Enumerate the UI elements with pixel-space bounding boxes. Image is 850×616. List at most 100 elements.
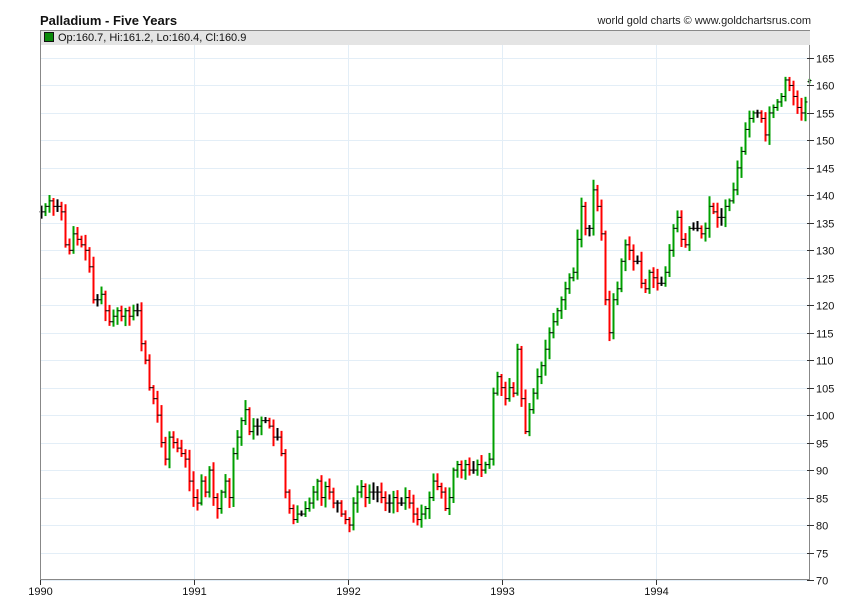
- x-tick-label: 1991: [182, 586, 206, 598]
- ohlc-bar: [535, 368, 540, 400]
- ohlc-bar: [239, 417, 244, 446]
- ohlc-bar: [799, 97, 804, 121]
- ohlc-bar: [711, 202, 716, 215]
- ohlc-bar: [159, 405, 164, 448]
- ohlc-bar: [555, 307, 560, 326]
- ohlc-bar: [391, 490, 396, 514]
- ohlc-bar: [491, 387, 496, 466]
- ohlc-bar: [75, 227, 80, 246]
- ohlc-bar: [787, 76, 792, 92]
- x-tick-label: 1994: [644, 586, 668, 598]
- ohlc-bar: [55, 199, 60, 212]
- ohlc-bar: [203, 476, 208, 498]
- ohlc-bar: [427, 491, 432, 519]
- y-tick-label: 135: [816, 219, 834, 231]
- ohlc-bar: [631, 244, 636, 271]
- ohlc-bar: [475, 459, 480, 476]
- ohlc-bar: [751, 110, 756, 123]
- y-tick-label: 160: [816, 81, 834, 93]
- ohlc-bar: [415, 507, 420, 526]
- y-tick-label: 80: [816, 521, 828, 533]
- ohlc-bar: [91, 256, 96, 304]
- ohlc-bar: [763, 112, 768, 142]
- y-tick-label: 125: [816, 274, 834, 286]
- ohlc-bar: [683, 233, 688, 248]
- ohlc-bar: [791, 80, 796, 106]
- ohlc-bar: [803, 96, 808, 122]
- x-tick-label: 1992: [336, 586, 360, 598]
- ohlc-bar: [303, 501, 308, 517]
- ohlc-bar: [343, 510, 348, 525]
- ohlc-bar: [387, 494, 392, 513]
- ohlc-bar: [383, 491, 388, 512]
- y-tick-label: 85: [816, 494, 828, 506]
- ohlc-bar: [747, 110, 752, 138]
- ohlc-bar: [295, 505, 300, 523]
- ohlc-bar: [131, 304, 136, 321]
- ohlc-bar: [527, 403, 532, 437]
- ohlc-bar: [63, 204, 68, 248]
- ohlc-bar: [355, 485, 360, 513]
- ohlc-bar: [327, 478, 332, 500]
- ohlc-bar: [483, 461, 488, 474]
- ohlc-bar: [223, 474, 228, 498]
- y-tick-label: 90: [816, 466, 828, 478]
- ohlc-bar: [263, 417, 268, 424]
- ohlc-bar: [663, 266, 668, 287]
- ohlc-bar: [727, 198, 732, 212]
- ohlc-bar: [99, 286, 104, 305]
- ohlc-bar: [571, 267, 576, 282]
- ohlc-bar: [299, 510, 304, 517]
- ohlc-bar: [531, 388, 536, 414]
- ohlc-bar: [71, 226, 76, 254]
- ohlc-legend: Op:160.7, Hi:161.2, Lo:160.4, Cl:160.9: [41, 31, 810, 45]
- ohlc-bar: [667, 244, 672, 278]
- ohlc-bar: [603, 230, 608, 306]
- ohlc-bar: [495, 371, 500, 396]
- ohlc-bar: [251, 418, 256, 440]
- ohlc-bar: [743, 122, 748, 155]
- ohlc-bar: [559, 296, 564, 319]
- x-axis: 1990 1991 1992 1993 1994: [28, 580, 669, 598]
- ohlc-bar: [627, 236, 632, 261]
- ohlc-bar: [371, 482, 376, 500]
- price-chart: 70 75 80 85 90 95 100 105 110 115 120 125 130 135 140 1…: [28, 30, 834, 598]
- ohlc-bar: [255, 418, 260, 436]
- ohlc-bar: [111, 309, 116, 327]
- ohlc-bar: [115, 307, 120, 325]
- ohlc-bar: [227, 478, 232, 508]
- ohlc-bar: [275, 427, 280, 441]
- ohlc-bar: [503, 381, 508, 406]
- ohlc-bar: [375, 486, 380, 503]
- y-tick-label: 130: [816, 246, 834, 258]
- ohlc-readout: Op:160.7, Hi:161.2, Lo:160.4, Cl:160.9: [58, 32, 247, 44]
- ohlc-bar: [259, 416, 264, 436]
- ohlc-bar: [579, 197, 584, 248]
- ohlc-bar: [367, 484, 372, 504]
- ohlc-bar: [175, 438, 180, 453]
- ohlc-bar: [335, 500, 340, 513]
- y-axis: 70 75 80 85 90 95 100 105 110 115 120 125 130 135 140 1…: [807, 54, 834, 588]
- ohlc-bar: [615, 281, 620, 306]
- x-tick-label: 1993: [490, 586, 514, 598]
- ohlc-bar: [783, 76, 788, 102]
- ohlc-bar: [639, 251, 644, 289]
- ohlc-bar: [171, 431, 176, 449]
- ohlc-bar: [595, 184, 600, 212]
- ohlc-bar: [379, 482, 384, 504]
- ohlc-bar: [511, 382, 516, 398]
- ohlc-bar: [771, 104, 776, 119]
- y-tick-label: 105: [816, 384, 834, 396]
- ohlc-bar: [107, 304, 112, 326]
- ohlc-bar: [395, 490, 400, 513]
- ohlc-bar: [243, 400, 248, 426]
- ohlc-bar: [163, 436, 168, 466]
- ohlc-bar: [735, 160, 740, 196]
- ohlc-bar: [703, 222, 708, 242]
- ohlc-bar: [235, 430, 240, 460]
- ohlc-bar: [591, 179, 596, 236]
- y-tick-label: 120: [816, 301, 834, 313]
- ohlc-bar: [455, 460, 460, 478]
- ohlc-bar: [523, 389, 528, 435]
- ohlc-bar: [179, 439, 184, 457]
